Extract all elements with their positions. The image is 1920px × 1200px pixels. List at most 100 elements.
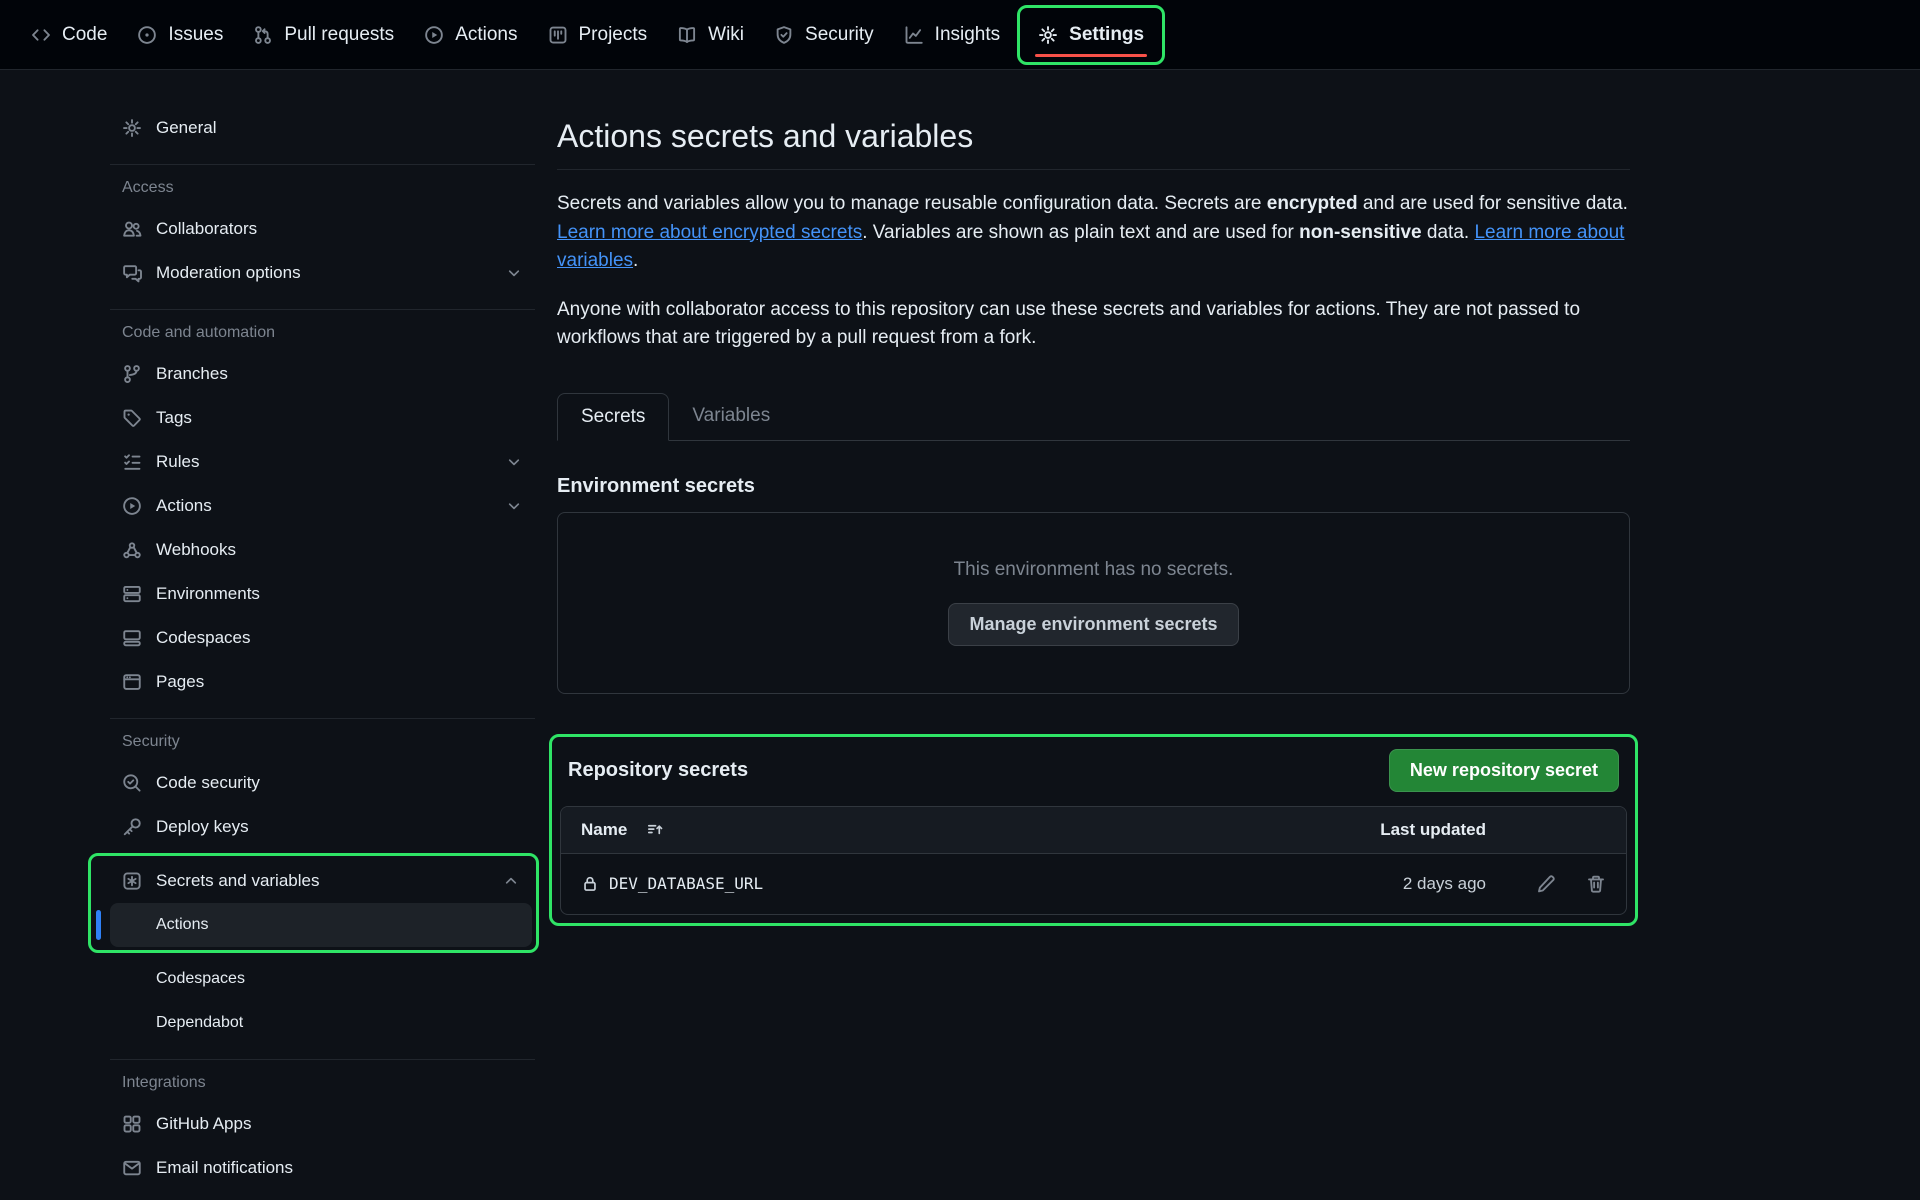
codespaces-icon [122,628,142,648]
settings-content: Actions secrets and variables Secrets an… [535,70,1630,1190]
nav-tab-insights[interactable]: Insights [889,0,1015,69]
shield-icon [774,25,794,45]
rules-icon [122,452,142,472]
intro-bold-encrypted: encrypted [1267,193,1358,214]
play-circle-icon [122,496,142,516]
sidebar-item-general[interactable]: General [110,106,535,150]
chevron-down-icon [505,497,523,515]
issue-opened-icon [137,25,157,45]
secret-name: DEV_DATABASE_URL [609,874,763,893]
sidebar-item-moderation-options[interactable]: Moderation options [110,251,535,295]
table-header-row: Name Last updated [561,807,1626,854]
browser-icon [122,672,142,692]
nav-label: Insights [935,24,1000,46]
sidebar-item-label: Pages [156,672,204,692]
sidebar-item-label: Deploy keys [156,817,249,837]
sidebar-item-label: Dependabot [156,1014,243,1032]
lock-icon [581,875,599,893]
repository-secrets-heading: Repository secrets [568,759,748,782]
environment-secrets-box: This environment has no secrets. Manage … [557,512,1630,694]
repository-secrets-header: Repository secrets New repository secret [568,749,1619,792]
sidebar-subitem-codespaces[interactable]: Codespaces [110,957,535,1001]
sidebar-item-github-apps[interactable]: GitHub Apps [110,1102,535,1146]
pencil-edit-icon[interactable] [1536,874,1556,894]
intro-text: data. [1422,222,1475,243]
trash-delete-icon[interactable] [1586,874,1606,894]
nav-label: Pull requests [284,24,394,46]
active-tab-underline [1035,54,1147,57]
intro-text: . Variables are shown as plain text and … [862,222,1299,243]
nav-label: Actions [455,24,517,46]
nav-label: Issues [168,24,223,46]
nav-tab-pull-requests[interactable]: Pull requests [238,0,409,69]
nav-label: Settings [1069,24,1144,46]
tab-variables[interactable]: Variables [669,393,793,440]
sidebar-item-email-notifications[interactable]: Email notifications [110,1146,535,1190]
nav-tab-code[interactable]: Code [16,0,122,69]
git-branch-icon [122,364,142,384]
intro-text: . [633,250,638,271]
nav-tab-settings[interactable]: Settings [1023,8,1159,62]
sidebar-item-label: Actions [156,496,212,516]
sidebar-item-label: Collaborators [156,219,257,239]
annotation-box-settings-tab: Settings [1017,5,1165,65]
people-icon [122,219,142,239]
nav-label: Projects [579,24,648,46]
sidebar-item-label: Actions [156,916,208,934]
learn-more-encrypted-secrets-link[interactable]: Learn more about encrypted secrets [557,222,862,243]
code-icon [31,25,51,45]
sidebar-item-webhooks[interactable]: Webhooks [110,528,535,572]
sidebar-section-integrations: Integrations [110,1074,535,1092]
sidebar-item-branches[interactable]: Branches [110,352,535,396]
sidebar-item-label: Branches [156,364,228,384]
sidebar-item-rules[interactable]: Rules [110,440,535,484]
name-header-label: Name [581,820,627,840]
nav-tab-security[interactable]: Security [759,0,889,69]
nav-tab-wiki[interactable]: Wiki [662,0,759,69]
sidebar-item-tags[interactable]: Tags [110,396,535,440]
sidebar-divider [110,164,535,165]
tab-secrets[interactable]: Secrets [557,393,669,441]
chevron-down-icon [505,264,523,282]
sidebar-item-label: Webhooks [156,540,236,560]
nav-label: Code [62,24,107,46]
sidebar-item-secrets-and-variables[interactable]: Secrets and variables [110,859,532,903]
sidebar-item-label: Codespaces [156,628,251,648]
new-repository-secret-button[interactable]: New repository secret [1389,749,1619,792]
project-table-icon [548,25,568,45]
sidebar-item-deploy-keys[interactable]: Deploy keys [110,805,535,849]
key-asterisk-icon [122,871,142,891]
sidebar-item-actions[interactable]: Actions [110,484,535,528]
sidebar-item-codespaces[interactable]: Codespaces [110,616,535,660]
sidebar-subitem-dependabot[interactable]: Dependabot [110,1001,535,1045]
name-column-header[interactable]: Name [581,820,1336,840]
secret-row-actions [1486,874,1606,894]
intro-text: Secrets and variables allow you to manag… [557,193,1267,214]
sidebar-item-label: Environments [156,584,260,604]
sidebar-subitem-actions[interactable]: Actions [110,903,532,947]
sidebar-item-pages[interactable]: Pages [110,660,535,704]
sidebar-item-label: Moderation options [156,263,301,283]
sort-ascending-icon [646,821,664,839]
webhook-icon [122,540,142,560]
nav-tab-actions[interactable]: Actions [409,0,532,69]
nav-tab-projects[interactable]: Projects [533,0,663,69]
sidebar-item-label: Email notifications [156,1158,293,1178]
manage-environment-secrets-button[interactable]: Manage environment secrets [948,603,1238,646]
secrets-variables-tabs: Secrets Variables [557,393,1630,441]
repo-nav: Code Issues Pull requests Actions Projec… [0,0,1920,70]
sidebar-item-collaborators[interactable]: Collaborators [110,207,535,251]
sidebar-item-environments[interactable]: Environments [110,572,535,616]
repository-secrets-table: Name Last updated DEV_DATABASE_URL 2 day… [560,806,1627,915]
nav-label: Security [805,24,874,46]
annotation-box-secrets-and-variables: Secrets and variables Actions [88,853,539,953]
gear-icon [1038,25,1058,45]
nav-tab-issues[interactable]: Issues [122,0,238,69]
server-icon [122,584,142,604]
page-title: Actions secrets and variables [557,118,1630,170]
sidebar-item-label: Secrets and variables [156,871,319,891]
gear-icon [122,118,142,138]
sidebar-item-code-security[interactable]: Code security [110,761,535,805]
sidebar-section-access: Access [110,179,535,197]
sidebar-divider [110,718,535,719]
